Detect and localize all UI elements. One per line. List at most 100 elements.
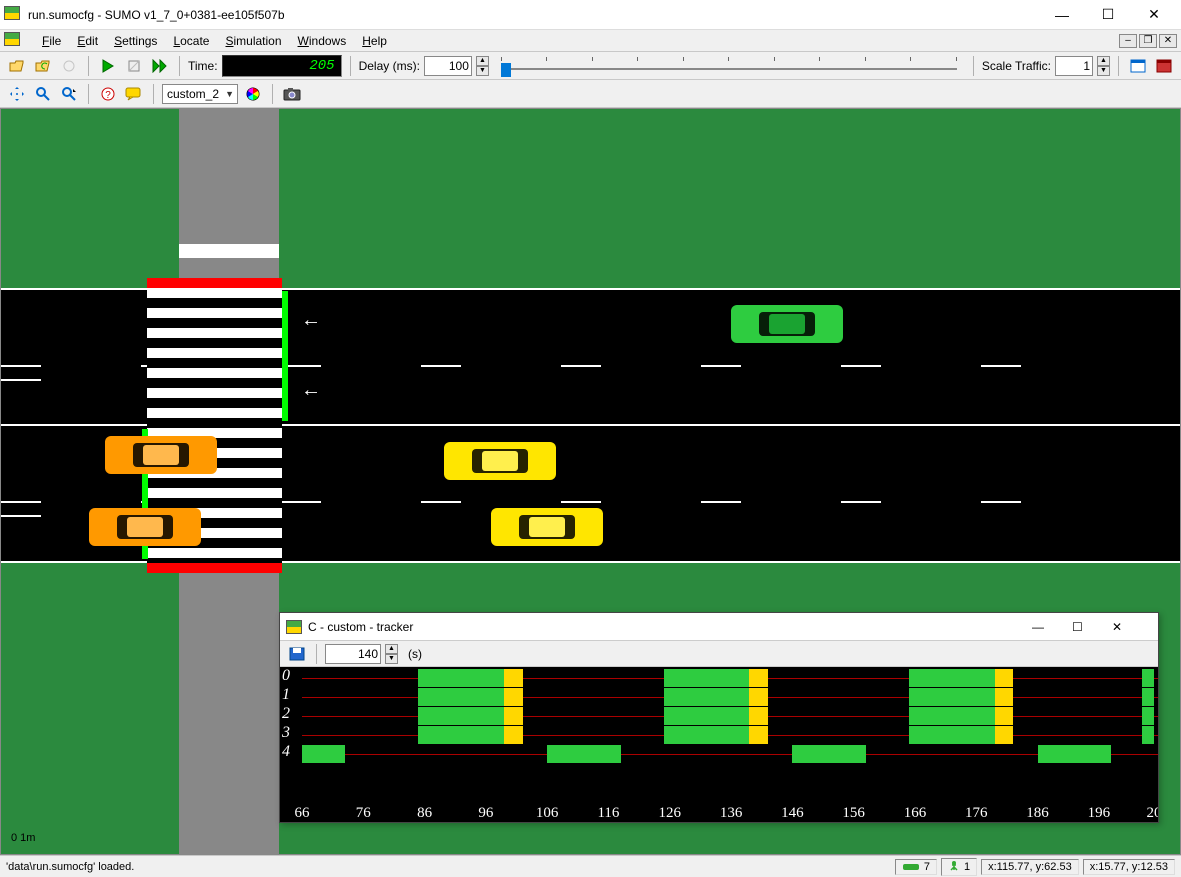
chart-row-label: 4 [282,743,290,761]
view-toolbar: ? custom_2 [0,80,1181,108]
color-settings-button[interactable] [242,83,264,105]
svg-text:?: ? [105,90,111,101]
tracker-toolbar: ▲▼ (s) [280,641,1158,667]
app-menu-icon [4,32,22,50]
car-yellow-2 [491,508,603,546]
chart-segment [664,707,750,725]
chart-segment [749,726,767,744]
simulation-viewport[interactable]: ← ← 0 1m C - custom - tracker — ☐ ✕ ▲▼ (… [0,108,1181,855]
chart-segment [749,707,767,725]
chart-segment [909,688,995,706]
chart-segment [504,669,522,687]
menu-file[interactable]: File [34,32,69,50]
tooltip-button[interactable] [123,83,145,105]
lane-arrow: ← [301,309,321,332]
coord-cell-2: x:15.77, y:12.53 [1083,859,1175,875]
locate-button[interactable] [58,83,80,105]
delay-spinner[interactable]: ▲▼ [476,56,489,76]
new-view-button[interactable] [1127,55,1149,77]
menu-settings[interactable]: Settings [106,32,165,50]
chart-x-tick: 66 [295,805,310,822]
close-button[interactable]: ✕ [1131,0,1177,30]
chart-segment [504,688,522,706]
pedestrian-count-cell: 1 [941,858,977,876]
tracker-save-button[interactable] [286,643,308,665]
stopbar-top [147,278,282,288]
play-button[interactable] [97,55,119,77]
help-icon: ? [100,86,116,102]
chart-segment [418,707,504,725]
app-icon [4,6,22,24]
car-green [731,305,843,343]
tracker-minimize-button[interactable]: — [1032,620,1072,634]
menu-locate[interactable]: Locate [165,32,217,50]
maximize-button[interactable]: ☐ [1085,0,1131,30]
tracker-chart: 0123466768696106116126136146156166176186… [280,667,1158,822]
chart-x-tick: 146 [781,805,804,822]
car-orange-1 [105,436,217,474]
chart-x-tick: 166 [904,805,927,822]
stop-icon [127,59,141,73]
scale-legend: 0 1m [11,832,35,844]
time-display: 205 [222,55,342,77]
tracker-window[interactable]: C - custom - tracker — ☐ ✕ ▲▼ (s) 012346… [279,612,1159,823]
window-title: run.sumocfg - SUMO v1_7_0+0381-ee105f507… [28,8,1039,22]
mdi-minimize-button[interactable]: – [1119,34,1137,48]
vehicle-count-cell: 7 [895,859,937,875]
speech-bubble-icon [125,87,143,101]
car-orange-2 [89,508,201,546]
menu-edit[interactable]: Edit [69,32,106,50]
stop-button[interactable] [123,55,145,77]
coord-cell-1: x:115.77, y:62.53 [981,859,1079,875]
stopbar-bottom [147,563,282,573]
chart-x-tick: 116 [597,805,619,822]
delay-input[interactable] [424,56,472,76]
chart-segment [504,707,522,725]
chart-x-tick: 96 [478,805,493,822]
lane-arrow: ← [301,379,321,402]
color-scheme-select[interactable]: custom_2 [162,84,238,104]
menu-simulation[interactable]: Simulation [217,32,289,50]
chart-segment [909,669,995,687]
window-icon [1130,59,1146,73]
step-button[interactable] [149,55,171,77]
chart-segment [664,669,750,687]
traffic-light-top-green [282,291,288,421]
reload-button[interactable] [32,55,54,77]
chart-segment [1142,707,1154,725]
statusbar: 'data\run.sumocfg' loaded. 7 1 x:115.77,… [0,855,1181,877]
tracker-maximize-button[interactable]: ☐ [1072,620,1112,634]
tracker-interval-input[interactable] [325,644,381,664]
save-button[interactable] [58,55,80,77]
tracker-close-button[interactable]: ✕ [1112,620,1152,634]
open-button[interactable] [6,55,28,77]
main-toolbar: Time: 205 Delay (ms): ▲▼ Scale Traffic: … [0,52,1181,80]
help-button[interactable]: ? [97,83,119,105]
chart-row-label: 1 [282,686,290,704]
recenter-button[interactable] [6,83,28,105]
status-message: 'data\run.sumocfg' loaded. [6,861,891,873]
menu-help[interactable]: Help [354,32,395,50]
new-3d-view-button[interactable] [1153,55,1175,77]
menu-windows[interactable]: Windows [290,32,355,50]
mdi-close-button[interactable]: ✕ [1159,34,1177,48]
chart-segment [418,688,504,706]
minimize-button[interactable]: — [1039,0,1085,30]
tracker-interval-spinner[interactable]: ▲▼ [385,644,398,664]
chart-x-tick: 156 [842,805,865,822]
delay-label: Delay (ms): [359,59,420,73]
chart-x-tick: 126 [659,805,682,822]
car-icon [902,862,920,872]
window-3d-icon [1156,59,1172,73]
scale-spinner[interactable]: ▲▼ [1097,56,1110,76]
play-icon [101,59,115,73]
mdi-restore-button[interactable]: ❐ [1139,34,1157,48]
scale-input[interactable] [1055,56,1093,76]
delay-slider[interactable] [501,57,957,75]
save-icon [61,59,77,73]
zoom-button[interactable] [32,83,54,105]
camera-icon [283,87,301,101]
chart-segment [995,707,1013,725]
chart-segment [909,707,995,725]
screenshot-button[interactable] [281,83,303,105]
